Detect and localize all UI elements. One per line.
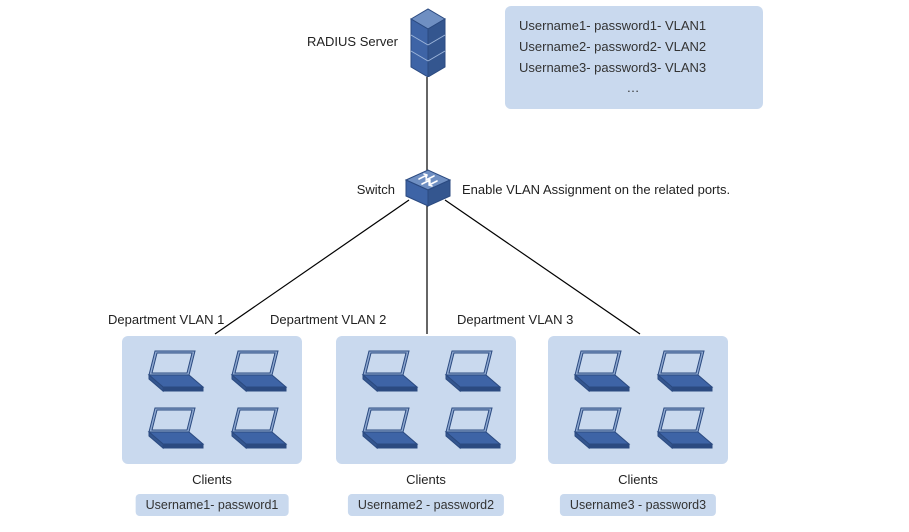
laptop-icon xyxy=(558,403,635,454)
switch-label: Switch xyxy=(357,182,395,197)
server-icon xyxy=(407,5,449,80)
laptop-icon xyxy=(132,346,209,397)
dept-label-2: Department VLAN 2 xyxy=(270,312,386,327)
mapping-line: Username2- password2- VLAN2 xyxy=(519,37,749,58)
mapping-more: … xyxy=(519,78,749,99)
laptop-icon xyxy=(132,403,209,454)
switch-icon xyxy=(404,168,452,211)
clients-label-1: Clients xyxy=(192,472,232,487)
laptop-icon xyxy=(641,403,718,454)
dept-label-1: Department VLAN 1 xyxy=(108,312,224,327)
laptop-icon xyxy=(346,346,423,397)
mapping-line: Username3- password3- VLAN3 xyxy=(519,58,749,79)
switch-note: Enable VLAN Assignment on the related po… xyxy=(462,182,730,197)
server-label: RADIUS Server xyxy=(307,34,398,49)
dept-label-3: Department VLAN 3 xyxy=(457,312,573,327)
laptop-icon xyxy=(429,346,506,397)
laptop-icon xyxy=(215,346,292,397)
diagram-stage: { "server_label":"RADIUS Server", "switc… xyxy=(0,0,909,532)
clients-group-2 xyxy=(336,336,516,464)
clients-group-1 xyxy=(122,336,302,464)
mapping-line: Username1- password1- VLAN1 xyxy=(519,16,749,37)
laptop-icon xyxy=(558,346,635,397)
laptop-icon xyxy=(346,403,423,454)
credential-2: Username2 - password2 xyxy=(348,494,504,516)
laptop-icon xyxy=(641,346,718,397)
credential-1: Username1- password1 xyxy=(136,494,289,516)
clients-label-2: Clients xyxy=(406,472,446,487)
laptop-icon xyxy=(215,403,292,454)
vlan-mapping-box: Username1- password1- VLAN1 Username2- p… xyxy=(505,6,763,109)
clients-label-3: Clients xyxy=(618,472,658,487)
clients-group-3 xyxy=(548,336,728,464)
laptop-icon xyxy=(429,403,506,454)
credential-3: Username3 - password3 xyxy=(560,494,716,516)
